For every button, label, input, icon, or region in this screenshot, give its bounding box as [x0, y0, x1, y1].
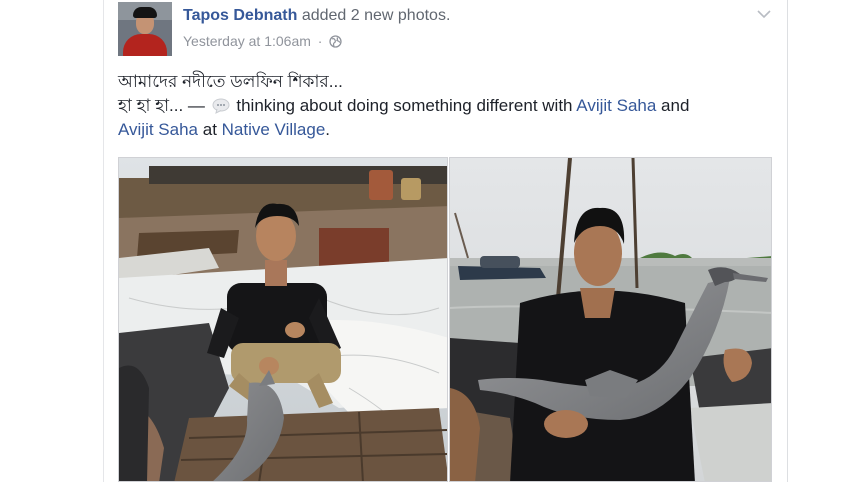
speech-bubble-icon — [212, 98, 230, 114]
message-line-2: হা হা হা... — thinking about doing somet… — [118, 94, 778, 118]
message-line-3: Avijit Saha at Native Village. — [118, 118, 778, 142]
tagged-user-link-2[interactable]: Avijit Saha — [118, 120, 198, 139]
message-end: . — [325, 120, 331, 139]
tagged-user-link[interactable]: Avijit Saha — [576, 96, 656, 115]
message-line-1: আমাদের নদীতে ডলফিন শিকার... — [118, 72, 343, 91]
post-message: আমাদের নদীতে ডলফিন শিকার... হা হা হা... … — [118, 70, 778, 142]
post-card: Tapos Debnath added 2 new photos. Yester… — [103, 0, 788, 482]
photo-river-dolphin[interactable] — [449, 157, 772, 482]
connector-at: at — [198, 120, 222, 139]
place-link[interactable]: Native Village — [222, 120, 326, 139]
connector-and: and — [656, 96, 690, 115]
author-name[interactable]: Tapos Debnath — [183, 7, 297, 24]
globe-icon[interactable] — [329, 35, 343, 48]
post-header: Tapos Debnath added 2 new photos. — [183, 7, 450, 25]
avatar[interactable] — [118, 2, 172, 56]
post-action-text: added 2 new photos. — [301, 7, 451, 24]
post-meta: Yesterday at 1:06am · — [183, 33, 343, 49]
meta-separator: · — [317, 33, 323, 49]
message-prefix: হা হা হা... — — [118, 96, 210, 115]
chevron-down-icon[interactable] — [757, 4, 771, 24]
timestamp[interactable]: Yesterday at 1:06am — [183, 33, 311, 49]
activity-text: thinking about doing something different… — [231, 96, 577, 115]
photo-boat-net[interactable] — [118, 157, 448, 482]
